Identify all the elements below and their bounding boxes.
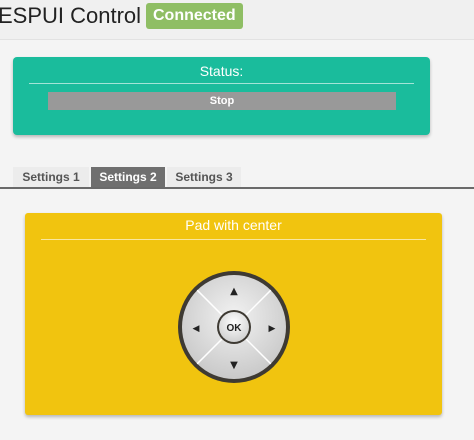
up-arrow-icon: ▲	[230, 286, 238, 297]
pad-label: Pad with center	[185, 217, 282, 233]
stop-button[interactable]: Stop	[48, 92, 396, 110]
status-divider	[29, 83, 414, 84]
tab-underline	[0, 187, 474, 189]
tab-settings-1[interactable]: Settings 1	[13, 167, 89, 187]
right-arrow-icon: ▶	[269, 324, 276, 334]
tab-settings-3[interactable]: Settings 3	[167, 167, 241, 187]
directional-pad: ▲ ▼ ◀ ▶ OK	[178, 271, 290, 383]
app-title: ESPUI Control	[0, 3, 142, 28]
connection-status-badge: Connected	[146, 3, 243, 29]
status-label: Status:	[199, 63, 244, 79]
tab-settings-2[interactable]: Settings 2	[91, 167, 165, 187]
ok-label: OK	[227, 323, 243, 334]
top-bar: ESPUI Control Connected	[0, 0, 474, 40]
down-arrow-icon: ▼	[230, 360, 238, 371]
pad-card: Pad with center ▲ ▼ ◀ ▶ OK	[25, 213, 442, 415]
status-card: Status: Stop	[13, 57, 430, 135]
left-arrow-icon: ◀	[193, 324, 200, 334]
pad-center-button[interactable]: OK	[217, 310, 251, 344]
pad-divider	[41, 239, 426, 240]
